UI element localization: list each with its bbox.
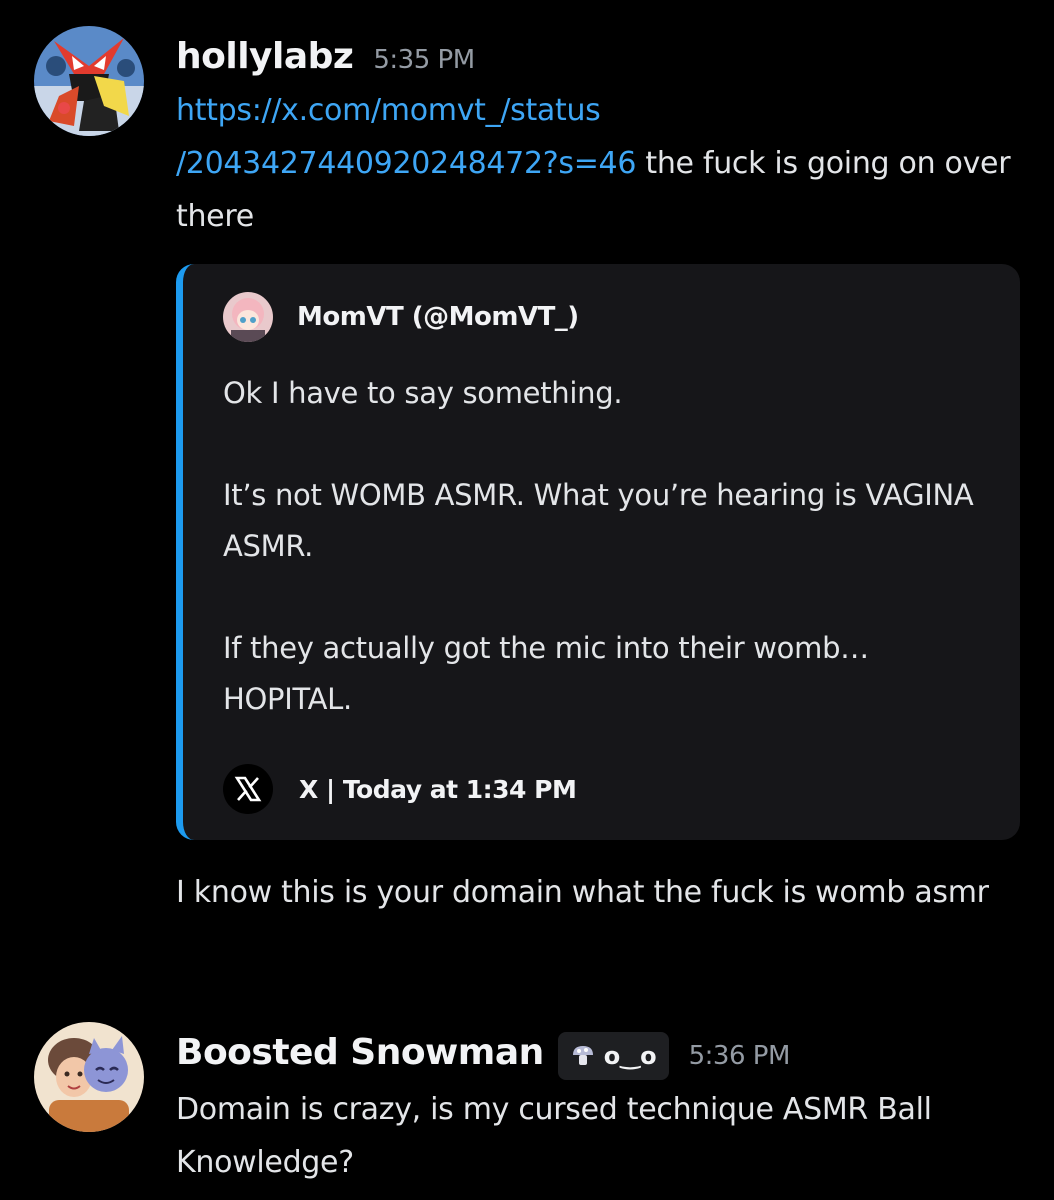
user-tag-badge[interactable]: o‿o xyxy=(557,1032,669,1080)
masked-character-avatar-icon xyxy=(34,26,144,136)
user-avatar-hollylabz[interactable] xyxy=(34,26,144,136)
embed-footer-text: X | Today at 1:34 PM xyxy=(299,774,577,804)
embed-author-avatar xyxy=(223,292,273,342)
link-embed: MomVT (@MomVT_) Ok I have to say somethi… xyxy=(176,264,1020,840)
embed-author[interactable]: MomVT (@MomVT_) xyxy=(223,292,579,342)
message-header: Boosted Snowman o‿o 5:36 PM xyxy=(176,1032,790,1080)
badge-text: o‿o xyxy=(603,1042,657,1070)
embed-paragraph: If they actually got the mic into their … xyxy=(223,631,869,716)
message-content: Domain is crazy, is my cursed technique … xyxy=(176,1083,1026,1189)
message-timestamp[interactable]: 5:36 PM xyxy=(689,1041,791,1071)
embed-paragraph: Ok I have to say something. xyxy=(223,376,623,410)
message-timestamp[interactable]: 5:35 PM xyxy=(373,45,475,75)
mushroom-icon xyxy=(572,1046,593,1065)
embed-author-name[interactable]: MomVT (@MomVT_) xyxy=(297,302,579,332)
embed-paragraph: It’s not WOMB ASMR. What you’re hearing … xyxy=(223,478,974,563)
message-content: https://x.com/momvt_/status/204342744092… xyxy=(176,84,1026,243)
message-content: I know this is your domain what the fuck… xyxy=(176,866,1026,919)
pink-hair-character-icon xyxy=(223,292,273,342)
message-text: Domain is crazy, is my cursed technique … xyxy=(176,1092,932,1180)
user-avatar-boosted-snowman[interactable] xyxy=(34,1022,144,1132)
username[interactable]: Boosted Snowman xyxy=(176,1032,544,1073)
username[interactable]: hollylabz xyxy=(176,36,354,77)
x-logo-icon xyxy=(223,764,273,814)
message-link[interactable]: https://x.com/momvt_/status/204342744092… xyxy=(176,93,636,181)
embed-footer: X | Today at 1:34 PM xyxy=(223,764,577,814)
link-part-1[interactable]: https://x.com/momvt_/status xyxy=(176,93,601,128)
message-text: I know this is your domain what the fuck… xyxy=(176,875,989,910)
link-part-2[interactable]: /2043427440920248472?s=46 xyxy=(176,146,636,181)
message-header: hollylabz 5:35 PM xyxy=(176,36,475,77)
chat-screen: hollylabz 5:35 PM https://x.com/momvt_/s… xyxy=(0,0,1054,1200)
two-characters-avatar-icon xyxy=(34,1022,144,1132)
embed-description: Ok I have to say something. It’s not WOM… xyxy=(223,368,983,725)
